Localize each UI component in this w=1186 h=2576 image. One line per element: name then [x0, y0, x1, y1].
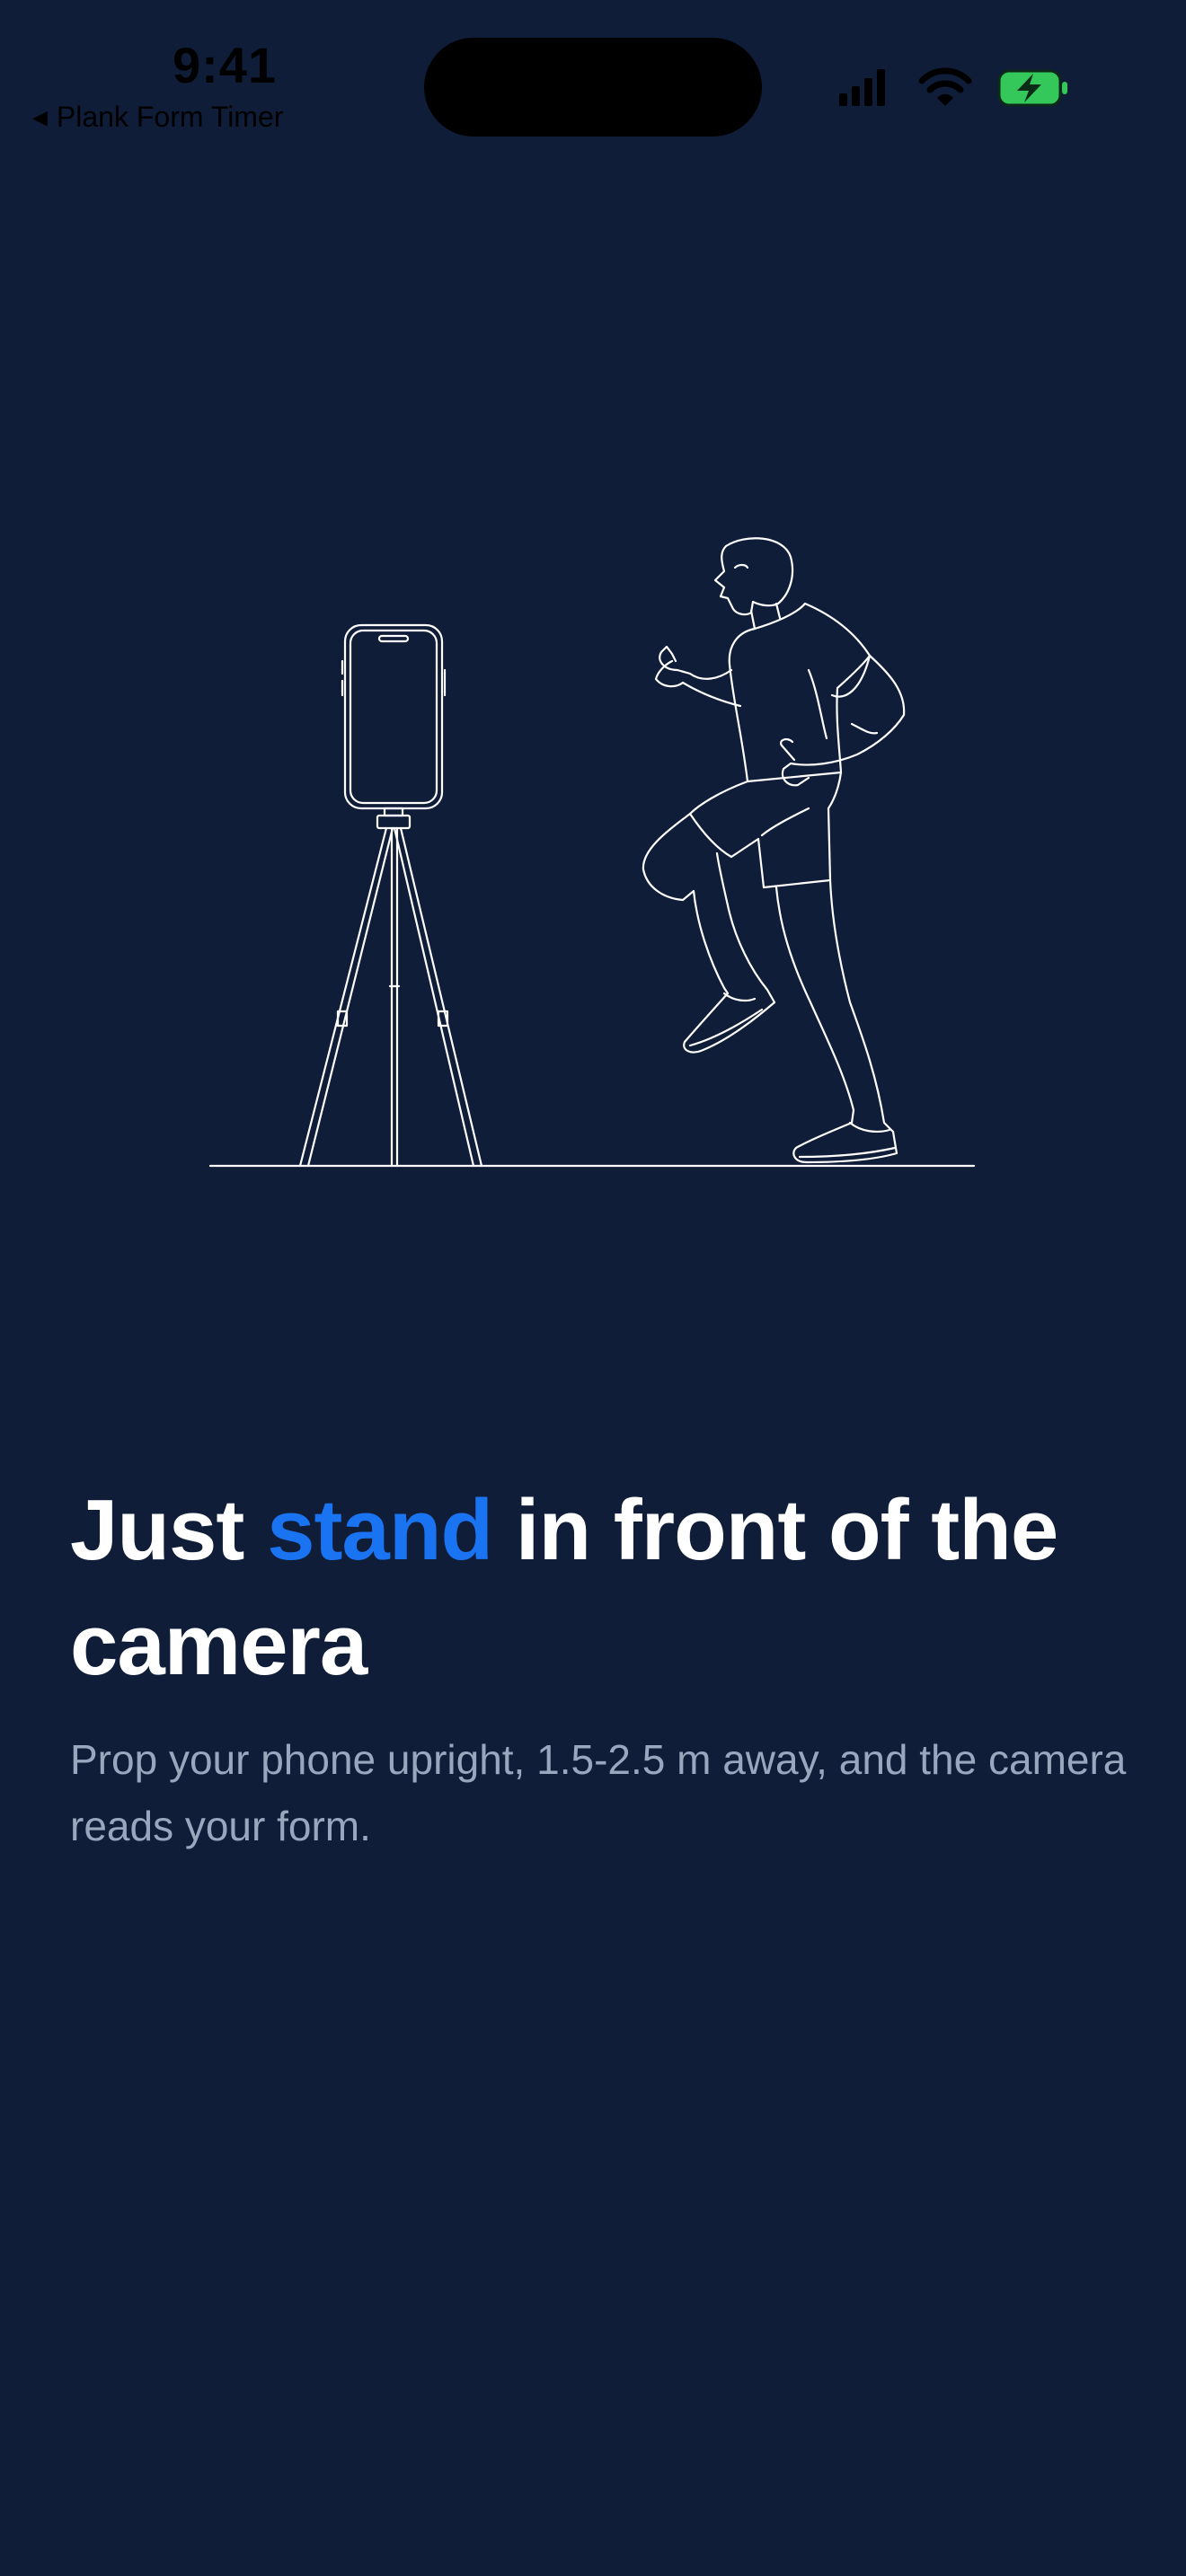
- onboarding-headline: Just stand in front of the camera: [70, 1473, 1130, 1703]
- setup-illustration: [208, 537, 976, 1168]
- phone-on-tripod-icon: [298, 623, 483, 1168]
- back-to-app-link[interactable]: ◀ Plank Form Timer: [32, 101, 283, 134]
- headline-prefix: Just: [70, 1482, 244, 1578]
- status-bar: 9:41 ◀ Plank Form Timer: [0, 0, 1186, 153]
- status-icons: [839, 67, 1067, 107]
- running-person-icon: [642, 537, 906, 1164]
- status-time: 9:41: [173, 37, 278, 93]
- dynamic-island: [424, 38, 762, 137]
- wifi-icon: [918, 67, 972, 106]
- cellular-signal-icon: [839, 69, 885, 106]
- back-app-label: Plank Form Timer: [56, 101, 284, 133]
- back-triangle-icon: ◀: [32, 105, 48, 128]
- onboarding-subtext: Prop your phone upright, 1.5-2.5 m away,…: [70, 1736, 1127, 1849]
- headline-accent-word: stand: [267, 1482, 493, 1578]
- battery-charging-icon: [997, 69, 1067, 107]
